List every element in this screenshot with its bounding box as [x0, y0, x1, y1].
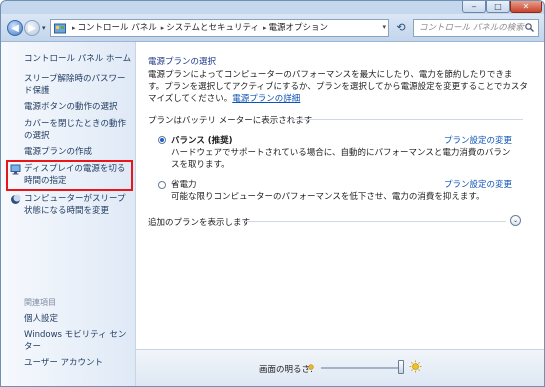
sidebar: コントロール パネル ホーム スリープ解除時のパスワード保護 電源ボタンの動作の…: [1, 42, 136, 386]
plan-power-saver-settings-link[interactable]: プラン設定の変更: [444, 178, 512, 190]
divider: [246, 221, 506, 222]
brightness-bar: 画面の明るさ:: [136, 349, 544, 386]
page-title: 電源プランの選択: [148, 57, 217, 67]
close-button[interactable]: ✕: [510, 1, 542, 13]
plan-balanced-description: ハードウェアでサポートされている場合に、自動的にパフォーマンスと電力消費のバラン…: [171, 148, 511, 170]
search-placeholder: コントロール パネルの検索: [419, 23, 524, 33]
breadcrumb: ▸ コントロール パネル ▸ システムとセキュリティ ▸ 電源オプション: [70, 20, 330, 36]
sidebar-home-link[interactable]: コントロール パネル ホーム: [24, 52, 131, 64]
address-dropdown-icon[interactable]: ▾: [382, 23, 386, 31]
sidebar-item-create-plan[interactable]: 電源プランの作成: [24, 146, 132, 158]
sun-bright-icon: [409, 360, 422, 373]
forward-button[interactable]: ▶: [24, 20, 40, 36]
sidebar-item-wakeup-password[interactable]: スリープ解除時のパスワード保護: [24, 73, 132, 97]
sidebar-item-power-button[interactable]: 電源ボタンの動作の選択: [24, 101, 132, 113]
back-button[interactable]: ◀: [7, 20, 23, 36]
recent-pages-dropdown[interactable]: ▾: [42, 24, 46, 32]
brightness-slider-thumb[interactable]: [398, 360, 404, 374]
description-text: 電源プランによってコンピューターのパフォーマンスを最大にしたり、電力を節約したり…: [148, 70, 528, 104]
control-panel-icon: [54, 23, 66, 34]
brightness-slider-track[interactable]: [321, 367, 401, 369]
search-icon[interactable]: [525, 23, 534, 32]
related-item-mobility-center[interactable]: Windows モビリティ センター: [24, 329, 132, 353]
navigation-bar: ◀ ▶ ▾ ▸ コントロール パネル ▸ システムとセキュリティ ▸ 電源オプション ▾ …: [1, 14, 544, 42]
divider: [291, 119, 523, 120]
plan-power-saver-radio[interactable]: [158, 181, 166, 189]
plan-power-saver-name[interactable]: 省電力: [171, 178, 197, 190]
sidebar-item-sleep-time[interactable]: コンピューターがスリープ状態になる時間を変更: [24, 193, 132, 217]
title-bar: ‒ □ ✕: [1, 1, 544, 13]
maximize-button[interactable]: □: [486, 1, 510, 13]
sun-dim-icon: [308, 364, 314, 370]
breadcrumb-control-panel[interactable]: コントロール パネル: [78, 23, 157, 33]
breadcrumb-system-security[interactable]: システムとセキュリティ: [166, 23, 259, 33]
minimize-button[interactable]: ‒: [462, 1, 486, 13]
plan-power-saver-description: 可能な限りコンピューターのパフォーマンスを低下させ、電力の消費を抑えます。: [171, 192, 485, 202]
breadcrumb-separator: ▸: [72, 24, 76, 32]
related-item-user-accounts[interactable]: ユーザー アカウント: [24, 357, 132, 369]
related-item-personalization[interactable]: 個人設定: [24, 313, 132, 325]
sleep-moon-icon: [11, 194, 21, 204]
breadcrumb-separator: ▸: [262, 24, 267, 32]
show-additional-plans[interactable]: 追加のプランを表示します: [148, 216, 250, 228]
page-description: 電源プランによってコンピューターのパフォーマンスを最大にしたり、電力を節約したり…: [148, 69, 528, 105]
main-content: 電源プランの選択 電源プランによってコンピューターのパフォーマンスを最大にしたり…: [136, 42, 544, 349]
group-title: プランはバッテリ メーターに表示されます: [148, 116, 313, 126]
breadcrumb-power-options[interactable]: 電源オプション: [269, 23, 329, 33]
breadcrumb-separator: ▸: [160, 24, 165, 32]
plan-balanced-radio[interactable]: [158, 136, 166, 144]
address-bar[interactable]: ▸ コントロール パネル ▸ システムとセキュリティ ▸ 電源オプション ▾: [50, 19, 389, 37]
control-panel-window: ‒ □ ✕ ◀ ▶ ▾ ▸ コントロール パネル ▸ システムとセキュリティ ▸ 電源オプ…: [0, 0, 545, 387]
sidebar-item-lid-close[interactable]: カバーを閉じたときの動作の選択: [24, 118, 132, 142]
plan-balanced-name[interactable]: バランス (推奨): [171, 134, 233, 146]
plan-balanced-settings-link[interactable]: プラン設定の変更: [444, 134, 512, 146]
brightness-label: 画面の明るさ:: [259, 365, 313, 375]
highlight-box: [6, 160, 133, 191]
refresh-icon[interactable]: ⟲: [392, 19, 410, 37]
search-input[interactable]: コントロール パネルの検索: [413, 19, 539, 37]
power-plan-details-link[interactable]: 電源プランの詳細: [232, 94, 300, 104]
expand-chevron-icon[interactable]: ⌄: [510, 215, 521, 226]
related-heading: 関連項目: [24, 298, 56, 307]
